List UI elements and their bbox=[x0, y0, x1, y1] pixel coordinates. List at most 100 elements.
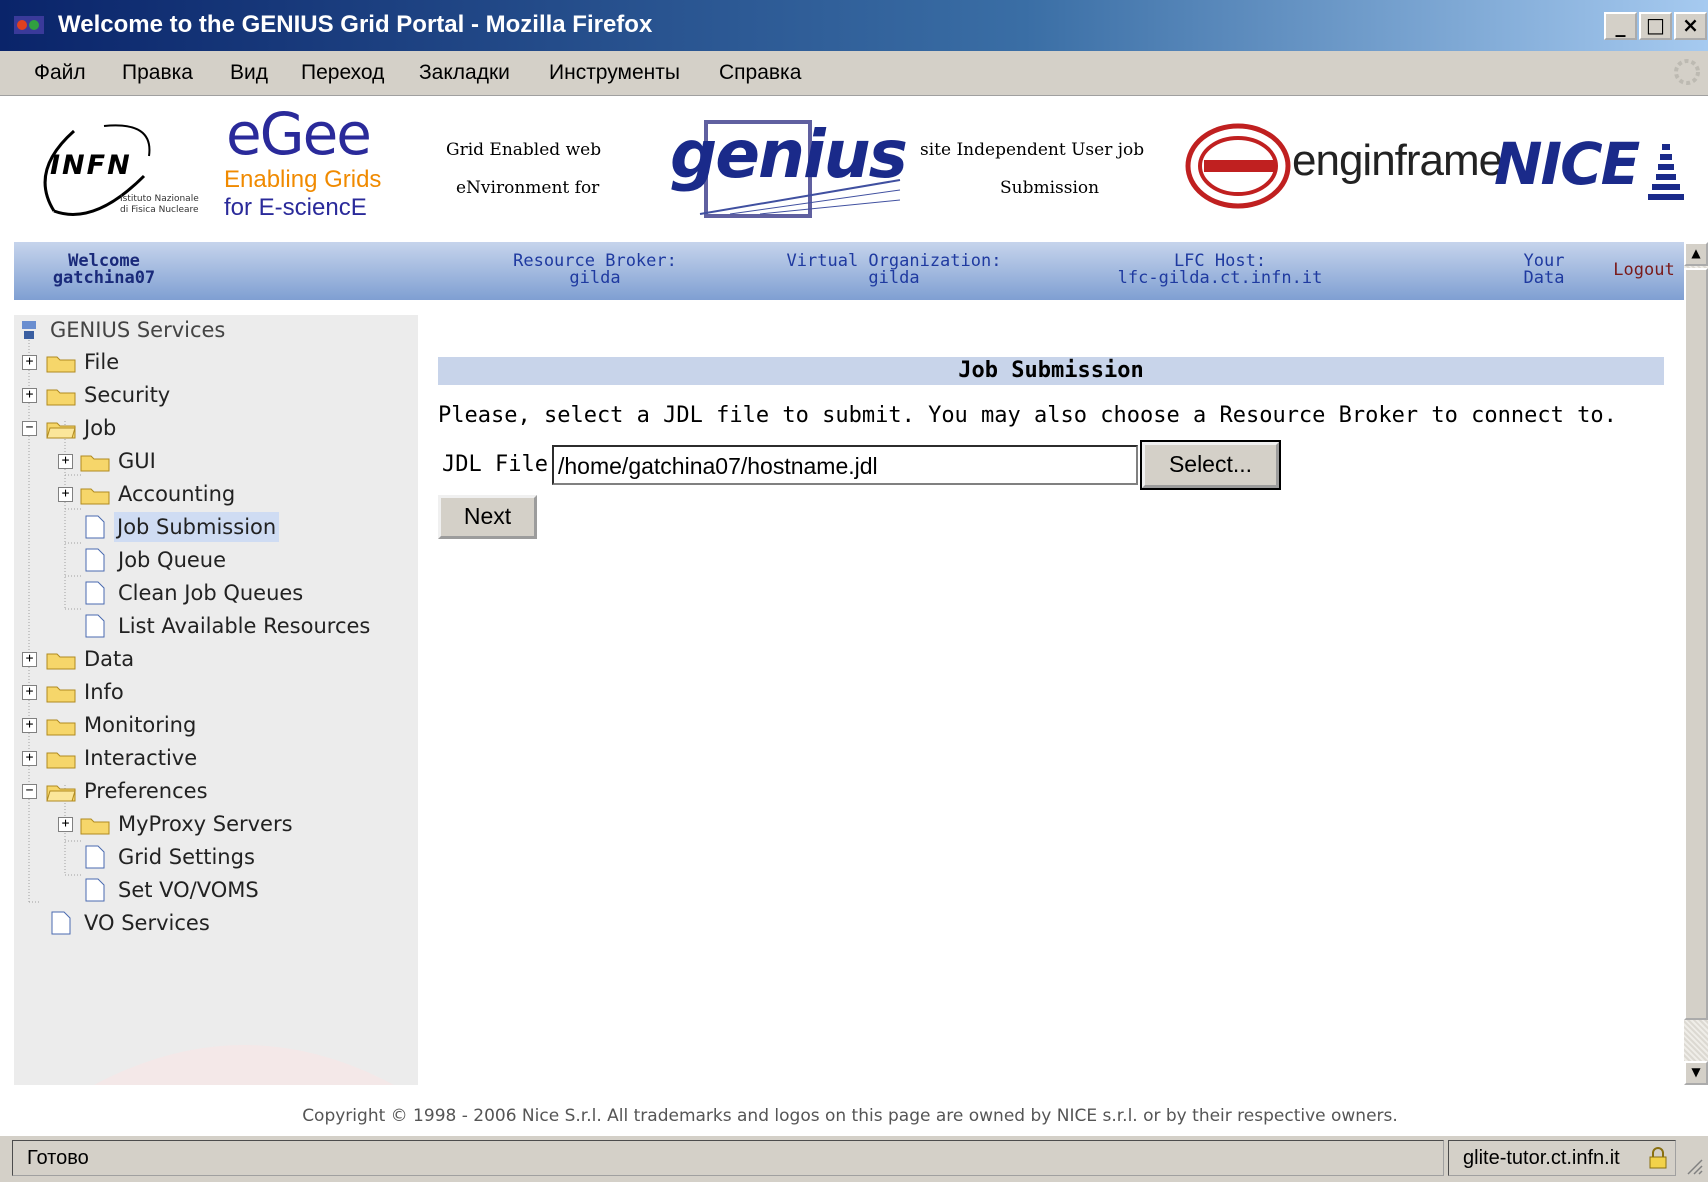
tree-item-job-queue[interactable]: Job Queue bbox=[14, 545, 414, 575]
scrollbar-thumb[interactable] bbox=[1684, 268, 1708, 1020]
your-data-link[interactable]: Your Data bbox=[1514, 253, 1574, 287]
expand-icon[interactable]: + bbox=[58, 817, 73, 832]
infn-text: INFN bbox=[50, 150, 132, 181]
scroll-up-icon[interactable]: ▲ bbox=[1684, 242, 1708, 266]
instruction-text: Please, select a JDL file to submit. You… bbox=[438, 403, 1617, 428]
menu-file[interactable]: Файл bbox=[34, 61, 86, 85]
jdl-file-input[interactable]: /home/gatchina07/hostname.jdl bbox=[552, 445, 1138, 485]
expand-icon[interactable]: + bbox=[22, 685, 37, 700]
expand-icon[interactable]: + bbox=[22, 718, 37, 733]
tree-item-vo-services[interactable]: VO Services bbox=[14, 908, 414, 938]
infn-subtitle-2: di Fisica Nucleare bbox=[120, 205, 199, 215]
status-text: Готово bbox=[12, 1140, 1444, 1176]
genius-logo-text: genius bbox=[670, 116, 908, 193]
genius-acronym-3: site Independent User job bbox=[920, 140, 1145, 160]
tree-item-label: Interactive bbox=[84, 746, 198, 770]
menu-tools[interactable]: Инструменты bbox=[549, 61, 680, 85]
tree-item-set-vo-voms[interactable]: Set VO/VOMS bbox=[14, 875, 414, 905]
tree-item-label: Grid Settings bbox=[118, 845, 255, 869]
status-bar: Готово glite-tutor.ct.infn.it bbox=[0, 1135, 1708, 1182]
menu-view[interactable]: Вид bbox=[230, 61, 268, 85]
tree-item-monitoring[interactable]: + Monitoring bbox=[14, 710, 414, 740]
logout-link[interactable]: Logout bbox=[1604, 262, 1684, 279]
tree-item-accounting[interactable]: + Accounting bbox=[14, 479, 414, 509]
tree-item-security[interactable]: + Security bbox=[14, 380, 414, 410]
egee-tagline-1: Enabling Grids bbox=[224, 166, 382, 193]
status-host-pane: glite-tutor.ct.infn.it bbox=[1448, 1140, 1676, 1176]
tree-item-label: Job Submission bbox=[114, 512, 280, 542]
status-host: glite-tutor.ct.infn.it bbox=[1463, 1147, 1620, 1169]
lfc-host-value: lfc-gilda.ct.infn.it bbox=[1117, 268, 1323, 288]
tree-item-info[interactable]: + Info bbox=[14, 677, 414, 707]
expand-icon[interactable]: + bbox=[22, 355, 37, 370]
tree-item-label: VO Services bbox=[84, 911, 210, 935]
tree-item-interactive[interactable]: + Interactive bbox=[14, 743, 414, 773]
tree-item-label: Accounting bbox=[118, 482, 236, 506]
next-button[interactable]: Next bbox=[438, 495, 537, 539]
tree-item-file[interactable]: + File bbox=[14, 347, 414, 377]
menu-go[interactable]: Переход bbox=[301, 61, 384, 85]
scroll-down-icon[interactable]: ▼ bbox=[1684, 1061, 1708, 1085]
expand-icon[interactable]: + bbox=[22, 388, 37, 403]
folder-icon bbox=[46, 389, 76, 406]
document-icon bbox=[85, 548, 105, 572]
close-button[interactable]: × bbox=[1674, 12, 1707, 40]
tree-item-label: MyProxy Servers bbox=[118, 812, 293, 836]
window-title-bar[interactable]: Welcome to the GENIUS Grid Portal - Mozi… bbox=[0, 0, 1708, 51]
tree-item-label: Security bbox=[84, 383, 171, 407]
tree-root-label: GENIUS Services bbox=[50, 318, 226, 342]
document-icon bbox=[85, 581, 105, 605]
tree-item-list-available-resources[interactable]: List Available Resources bbox=[14, 611, 414, 641]
menu-edit[interactable]: Правка bbox=[122, 61, 193, 85]
tree-item-clean-job-queues[interactable]: Clean Job Queues bbox=[14, 578, 414, 608]
services-root-icon bbox=[22, 321, 36, 339]
egee-tagline-2: for E-sciencE bbox=[224, 194, 367, 221]
folder-icon bbox=[80, 818, 110, 835]
expand-icon[interactable]: + bbox=[58, 454, 73, 469]
open-folder-icon bbox=[46, 785, 76, 802]
portal-banner: INFN Istituto Nazionale di Fisica Nuclea… bbox=[14, 96, 1694, 242]
expand-icon[interactable]: + bbox=[22, 652, 37, 667]
collapse-icon[interactable]: − bbox=[22, 784, 37, 799]
menu-help[interactable]: Справка bbox=[719, 61, 801, 85]
tree-item-job-submission[interactable]: Job Submission bbox=[14, 512, 414, 542]
page-title: Job Submission bbox=[438, 357, 1664, 385]
main-content: Job Submission Please, select a JDL file… bbox=[418, 315, 1682, 1085]
throbber-icon bbox=[1674, 59, 1700, 85]
tree-item-job[interactable]: − Job bbox=[14, 413, 414, 443]
tree-item-data[interactable]: + Data bbox=[14, 644, 414, 674]
expand-icon[interactable]: + bbox=[58, 487, 73, 502]
nice-logo: NICE bbox=[1494, 130, 1640, 198]
document-icon bbox=[85, 614, 105, 638]
maximize-button[interactable]: □ bbox=[1639, 12, 1672, 40]
menu-bookmarks[interactable]: Закладки bbox=[419, 61, 510, 85]
genius-acronym-2: eNvironment for bbox=[456, 178, 600, 198]
folder-icon bbox=[46, 686, 76, 703]
tree-item-label: Set VO/VOMS bbox=[118, 878, 259, 902]
collapse-icon[interactable]: − bbox=[22, 421, 37, 436]
lock-icon[interactable] bbox=[1647, 1146, 1669, 1170]
tree-item-label: GUI bbox=[118, 449, 156, 473]
resize-grip-icon[interactable] bbox=[1684, 1154, 1704, 1176]
tree-item-myproxy-servers[interactable]: + MyProxy Servers bbox=[14, 809, 414, 839]
folder-icon bbox=[46, 653, 76, 670]
virtual-organization-value: gilda bbox=[868, 268, 920, 288]
minimize-button[interactable]: _ bbox=[1604, 12, 1637, 40]
tree-item-label: Clean Job Queues bbox=[118, 581, 304, 605]
tree-item-preferences[interactable]: − Preferences bbox=[14, 776, 414, 806]
tree-item-label: Monitoring bbox=[84, 713, 197, 737]
tree-item-label: Job Queue bbox=[118, 548, 227, 572]
tree-item-label: Preferences bbox=[84, 779, 208, 803]
tree-item-label: File bbox=[84, 350, 120, 374]
tree-item-gui[interactable]: + GUI bbox=[14, 446, 414, 476]
egee-logo: eGee bbox=[226, 100, 372, 168]
jdl-file-label: JDL File bbox=[442, 452, 548, 477]
document-icon bbox=[51, 911, 71, 935]
folder-icon bbox=[46, 356, 76, 373]
expand-icon[interactable]: + bbox=[22, 751, 37, 766]
infn-subtitle-1: Istituto Nazionale bbox=[120, 194, 199, 204]
tree-item-grid-settings[interactable]: Grid Settings bbox=[14, 842, 414, 872]
vertical-scrollbar[interactable]: ▲ ▼ bbox=[1684, 242, 1708, 1085]
select-button[interactable]: Select... bbox=[1140, 440, 1281, 490]
services-tree-panel: GENIUS Services + File + Security − Job … bbox=[14, 315, 419, 1085]
